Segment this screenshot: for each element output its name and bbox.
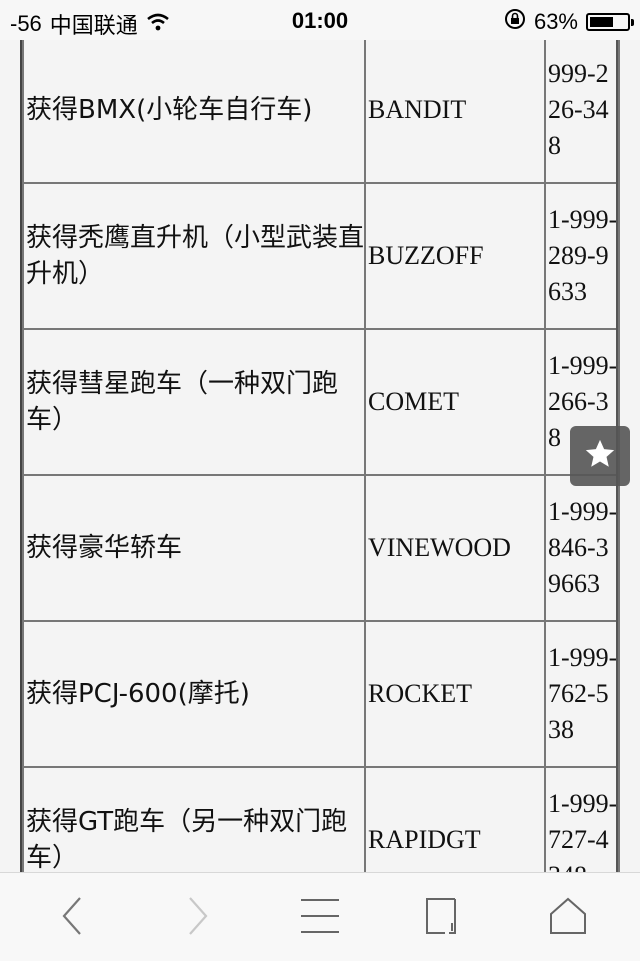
cheat-table: 获得BMX(小轮车自行车) BANDIT 999-226-348 获得秃鹰直升机（小型…	[22, 40, 620, 872]
cheat-phone-number: 1-999-846-39663	[544, 474, 620, 622]
cheat-phone-number: 1-999-727-4348	[544, 766, 620, 872]
battery-percent: 63%	[533, 9, 578, 34]
back-icon	[60, 896, 84, 941]
status-right: 63%	[504, 8, 634, 36]
cheat-code: ROCKET	[364, 620, 546, 768]
table-row: 获得秃鹰直升机（小型武装直升机） BUZZOFF 1-999-289-9633	[22, 182, 620, 330]
cheat-description: 获得PCJ-600(摩托)	[22, 620, 366, 768]
forward-icon	[186, 896, 210, 941]
cheat-description: 获得BMX(小轮车自行车)	[22, 40, 366, 184]
battery-icon	[586, 13, 634, 31]
cheat-code: COMET	[364, 328, 546, 476]
browser-toolbar	[0, 872, 640, 961]
tabs-button[interactable]	[414, 893, 474, 943]
star-icon	[583, 437, 617, 476]
table-row: 获得BMX(小轮车自行车) BANDIT 999-226-348	[22, 40, 620, 184]
rotation-lock-icon	[504, 8, 526, 36]
cheat-description: 获得秃鹰直升机（小型武装直升机）	[22, 182, 366, 330]
cheat-code: BUZZOFF	[364, 182, 546, 330]
table-row: 获得GT跑车（另一种双门跑车）RAPIDGT1-999-727-4348	[22, 766, 620, 872]
menu-button[interactable]	[290, 893, 350, 943]
cheat-code: VINEWOOD	[364, 474, 546, 622]
cheat-description: 获得豪华轿车	[22, 474, 366, 622]
cheat-phone-number: 1-999-289-9633	[544, 182, 620, 330]
cheat-code: RAPIDGT	[364, 766, 546, 872]
table-row: 获得PCJ-600(摩托) ROCKET 1-999-762-538	[22, 620, 620, 768]
home-button[interactable]	[538, 893, 598, 943]
home-icon	[548, 896, 588, 941]
back-button[interactable]	[42, 893, 102, 943]
cheat-phone-number: 1-999-762-538	[544, 620, 620, 768]
table-row: 获得彗星跑车（一种双门跑车） COMET 1-999-266-38	[22, 328, 620, 476]
table-row: 获得豪华轿车 VINEWOOD 1-999-846-39663	[22, 474, 620, 622]
cheat-description: 获得GT跑车（另一种双门跑车）	[22, 766, 366, 872]
cheat-description: 获得彗星跑车（一种双门跑车）	[22, 328, 366, 476]
tabs-icon	[425, 897, 463, 940]
cheat-code: BANDIT	[364, 40, 546, 184]
page-content[interactable]: 获得BMX(小轮车自行车) BANDIT 999-226-348 获得秃鹰直升机（小型…	[0, 40, 640, 872]
favorite-button[interactable]	[570, 426, 630, 486]
battery-fill	[590, 17, 613, 27]
cheat-phone-number: 999-226-348	[544, 40, 620, 184]
menu-icon	[300, 898, 340, 939]
forward-button[interactable]	[168, 893, 228, 943]
status-bar: -56 中国联通 01:00 63%	[0, 0, 640, 40]
